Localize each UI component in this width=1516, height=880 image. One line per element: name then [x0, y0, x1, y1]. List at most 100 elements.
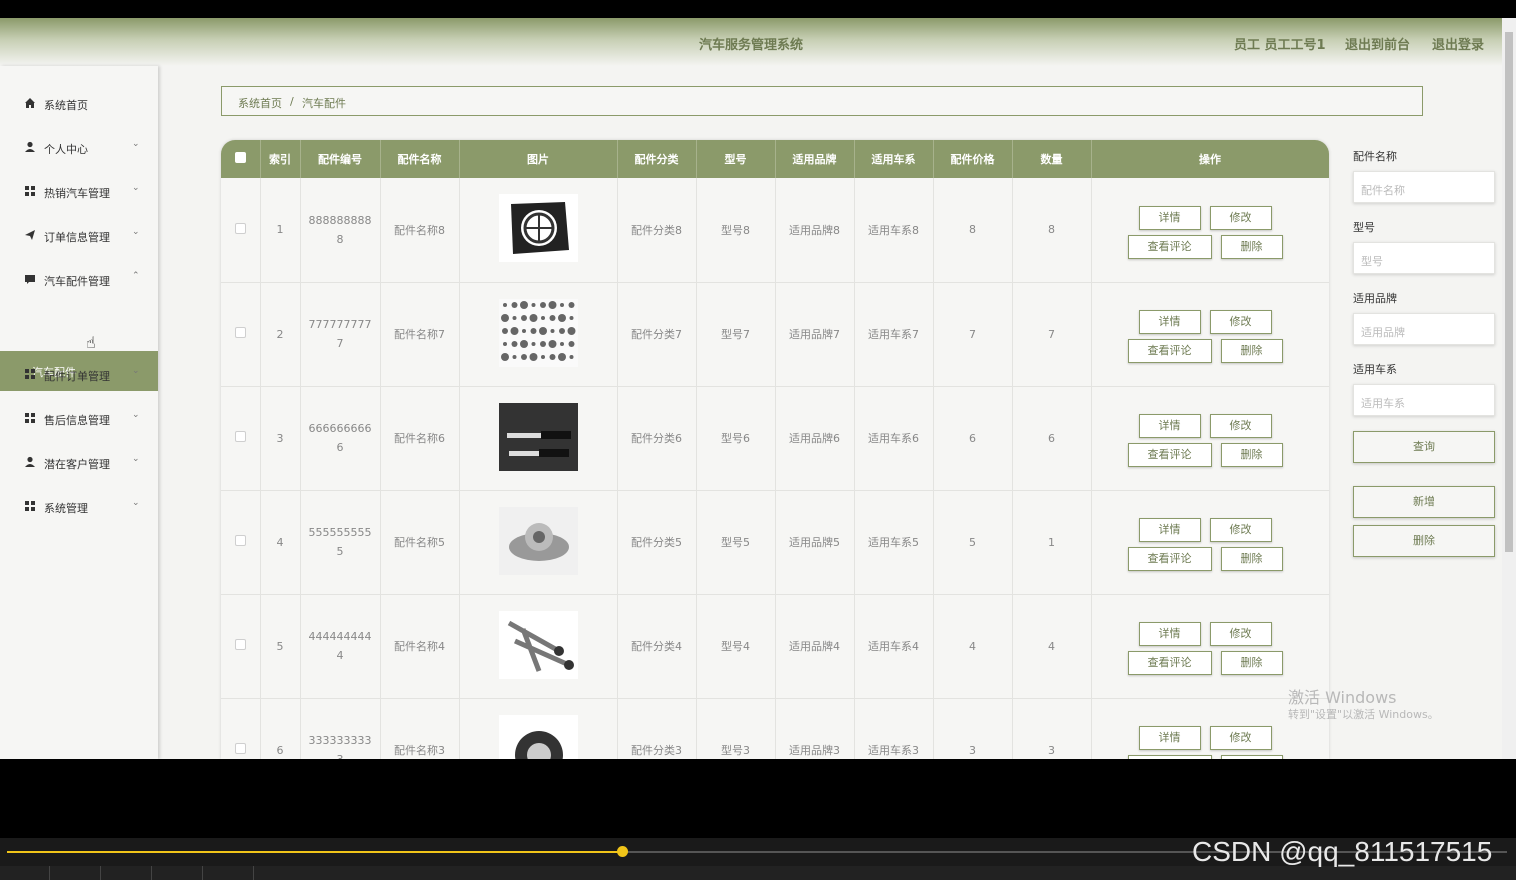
sidebar-item-label: 系统首页 — [44, 99, 88, 112]
part-code-line2: 4 — [336, 649, 344, 662]
filter-model-label: 型号 — [1353, 221, 1375, 234]
row-checkbox[interactable] — [221, 698, 261, 759]
sidebar-item-after-sales[interactable]: 售后信息管理 ⌄ — [0, 399, 158, 439]
part-code: 444444444 4 — [300, 594, 381, 699]
sidebar-item-label: 系统管理 — [44, 502, 88, 515]
breadcrumb: 系统首页 / 汽车配件 — [221, 86, 1423, 116]
part-series: 适用车系7 — [854, 282, 934, 387]
row-index: 2 — [260, 282, 301, 387]
detail-button[interactable]: 详情 — [1138, 310, 1201, 334]
logout-link[interactable]: 退出登录 — [1432, 34, 1484, 53]
part-image — [459, 698, 618, 759]
detail-button[interactable]: 详情 — [1138, 414, 1201, 438]
sidebar-item-orders[interactable]: 订单信息管理 ⌄ — [0, 216, 158, 256]
delete-button[interactable]: 删除 — [1220, 339, 1283, 363]
part-series: 适用车系4 — [854, 594, 934, 699]
delete-button[interactable]: 删除 — [1220, 547, 1283, 571]
filter-brand-input[interactable]: 适用品牌 — [1353, 313, 1495, 345]
query-button[interactable]: 查询 — [1353, 431, 1495, 463]
sidebar-item-home[interactable]: 系统首页 — [0, 84, 158, 124]
view-comments-button[interactable]: 查看评论 — [1127, 443, 1212, 467]
part-series: 适用车系8 — [854, 178, 934, 283]
sidebar-item-car-parts[interactable]: 汽车配件管理 ⌃ — [0, 260, 158, 300]
delete-button[interactable]: 删除 — [1220, 234, 1283, 259]
detail-button[interactable]: 详情 — [1138, 726, 1201, 750]
view-comments-button[interactable]: 查看评论 — [1127, 339, 1212, 363]
csdn-watermark: CSDN @qq_811517515 — [1192, 836, 1493, 867]
detail-button[interactable]: 详情 — [1138, 205, 1201, 230]
part-price: 5 — [933, 490, 1013, 595]
table-header-row: 索引 配件编号 配件名称 图片 配件分类 型号 适用品牌 适用车系 配件价格 数… — [221, 140, 1329, 178]
edit-button[interactable]: 修改 — [1209, 310, 1272, 334]
detail-button[interactable]: 详情 — [1138, 622, 1201, 646]
sidebar-item-hot-cars[interactable]: 热销汽车管理 ⌄ — [0, 172, 158, 212]
sidebar-item-system[interactable]: 系统管理 ⌄ — [0, 487, 158, 527]
table-row: 4 555555555 5 配件名称5 配件分类5 型号5 适用品牌5 适用车系5 5 1 详情 修改… — [221, 490, 1329, 595]
edit-button[interactable]: 修改 — [1209, 414, 1272, 438]
view-comments-button[interactable]: 查看评论 — [1127, 547, 1212, 571]
parts-set-image — [498, 298, 578, 367]
sidebar-item-label: 订单信息管理 — [44, 231, 110, 244]
detail-button[interactable]: 详情 — [1138, 518, 1201, 542]
part-name: 配件名称6 — [380, 386, 460, 491]
filter-series-input[interactable]: 适用车系 — [1353, 384, 1495, 416]
sidebar-item-label: 热销汽车管理 — [44, 187, 110, 200]
chevron-down-icon: ⌄ — [132, 366, 140, 376]
batch-delete-button[interactable]: 删除 — [1353, 525, 1495, 557]
select-all-checkbox[interactable] — [221, 140, 261, 178]
fan-shroud-image — [498, 194, 578, 263]
vertical-scrollbar[interactable] — [1502, 18, 1516, 759]
sidebar-item-prospects[interactable]: 潜在客户管理 ⌄ — [0, 443, 158, 483]
table-row: 1 888888888 8 配件名称8 配件分类8 型号8 适用品牌8 适用车系8 8 8 详情 修改… — [221, 178, 1329, 283]
sidebar-item-personal[interactable]: 个人中心 ⌄ — [0, 128, 158, 168]
scrollbar-thumb[interactable] — [1505, 32, 1513, 552]
part-brand: 适用品牌5 — [775, 490, 855, 595]
back-to-front-link[interactable]: 退出到前台 — [1345, 34, 1410, 53]
part-image — [459, 386, 618, 491]
sidebar-item-parts-orders-row[interactable]: 配件订单管理 ⌄ — [0, 355, 158, 395]
edit-button[interactable]: 修改 — [1209, 518, 1272, 542]
part-code: 888888888 8 — [300, 178, 381, 283]
add-button[interactable]: 新增 — [1353, 486, 1495, 518]
column-header: 索引 — [260, 140, 301, 178]
row-checkbox[interactable] — [221, 178, 261, 283]
row-actions: 详情修改查看评论删除 — [1091, 282, 1329, 387]
part-image — [459, 594, 618, 699]
part-name: 配件名称7 — [380, 282, 460, 387]
part-code-line1: 444444444 — [308, 630, 372, 643]
part-model: 型号3 — [696, 698, 776, 759]
grid-icon — [24, 185, 36, 197]
view-comments-button[interactable]: 查看评论 — [1127, 755, 1212, 759]
part-series: 适用车系3 — [854, 698, 934, 759]
part-price: 3 — [933, 698, 1013, 759]
edit-button[interactable]: 修改 — [1209, 726, 1272, 750]
row-checkbox[interactable] — [221, 386, 261, 491]
view-comments-button[interactable]: 查看评论 — [1127, 234, 1212, 259]
column-header: 数量 — [1012, 140, 1092, 178]
delete-button[interactable]: 删除 — [1220, 651, 1283, 675]
sidebar-item-label: 汽车配件管理 — [44, 275, 110, 288]
part-code-line2: 5 — [336, 545, 344, 558]
delete-button[interactable]: 删除 — [1220, 755, 1283, 759]
delete-button[interactable]: 删除 — [1220, 443, 1283, 467]
chat-icon — [24, 273, 36, 285]
column-header: 配件价格 — [933, 140, 1013, 178]
breadcrumb-home[interactable]: 系统首页 — [238, 95, 282, 111]
progress-knob[interactable] — [617, 846, 628, 857]
sidebar-item-label: 售后信息管理 — [44, 414, 110, 427]
part-code-line1: 777777777 — [308, 318, 372, 331]
edit-button[interactable]: 修改 — [1209, 205, 1272, 230]
part-model: 型号4 — [696, 594, 776, 699]
row-checkbox[interactable] — [221, 594, 261, 699]
part-code-line2: 7 — [336, 337, 344, 350]
row-checkbox[interactable] — [221, 282, 261, 387]
part-model: 型号5 — [696, 490, 776, 595]
part-series: 适用车系6 — [854, 386, 934, 491]
table-row: 5 444444444 4 配件名称4 配件分类4 型号4 适用品牌4 适用车系4 4 4 详情 修改… — [221, 594, 1329, 699]
user-icon — [24, 141, 36, 153]
filter-name-input[interactable]: 配件名称 — [1353, 171, 1495, 203]
view-comments-button[interactable]: 查看评论 — [1127, 651, 1212, 675]
filter-model-input[interactable]: 型号 — [1353, 242, 1495, 274]
row-checkbox[interactable] — [221, 490, 261, 595]
edit-button[interactable]: 修改 — [1209, 622, 1272, 646]
